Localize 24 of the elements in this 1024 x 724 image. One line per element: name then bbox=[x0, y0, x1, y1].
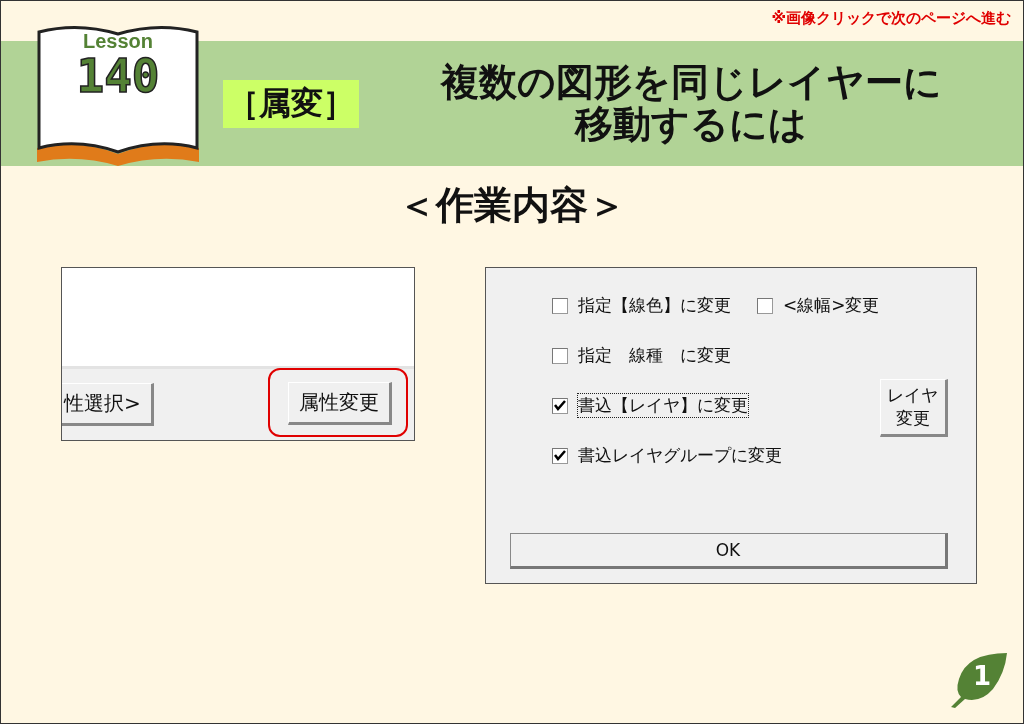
navigation-note: ※画像クリックで次のページへ進む bbox=[771, 9, 1011, 28]
checkbox[interactable] bbox=[552, 347, 568, 364]
select-button[interactable]: 性選択> bbox=[62, 383, 154, 426]
lesson-number: 140 bbox=[76, 52, 160, 99]
title-line: 移動するには bbox=[575, 103, 807, 146]
ok-button[interactable]: OK bbox=[510, 533, 948, 569]
section-heading: ＜作業内容＞ bbox=[398, 182, 626, 229]
checkbox-label: <線幅>変更 bbox=[783, 294, 880, 317]
checkbox-label: 指定 線種 に変更 bbox=[578, 344, 731, 367]
category-tag: ［属変］ bbox=[223, 79, 359, 128]
checkbox-label: 書込【レイヤ】に変更 bbox=[578, 394, 748, 417]
lesson-label: Lesson bbox=[83, 29, 153, 53]
check-icon bbox=[554, 450, 566, 461]
change-button[interactable]: 属性変更 bbox=[288, 382, 392, 425]
page-number: 1 bbox=[972, 661, 992, 691]
layer-change-button[interactable]: レイヤ変更 bbox=[879, 379, 948, 437]
title-line: 複数の図形を同じレイヤーに bbox=[440, 61, 942, 104]
checkbox-label: 書込レイヤグループに変更 bbox=[578, 444, 782, 467]
checkbox[interactable] bbox=[552, 447, 568, 464]
checkbox[interactable] bbox=[552, 397, 568, 414]
checkbox[interactable] bbox=[552, 297, 568, 314]
checkbox-label: 指定【線色】に変更 bbox=[578, 294, 731, 317]
check-icon bbox=[554, 400, 566, 411]
checkbox[interactable] bbox=[757, 297, 773, 314]
